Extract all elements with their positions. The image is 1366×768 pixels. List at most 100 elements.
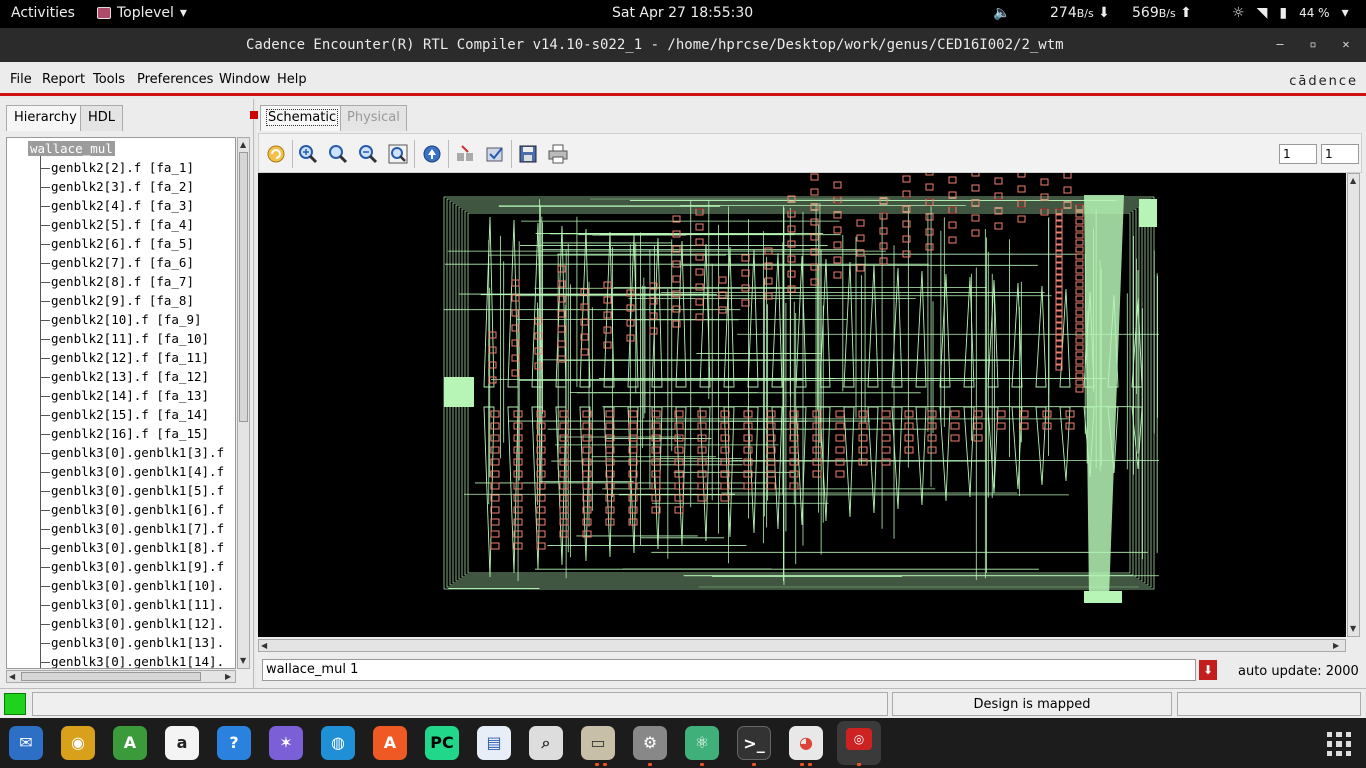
search-icon[interactable]: ⌕ (529, 726, 563, 760)
tab-schematic[interactable]: Schematic (260, 105, 345, 131)
cell (559, 410, 569, 418)
network-icon[interactable]: ✶ (269, 726, 303, 760)
cell (1075, 239, 1084, 246)
minimize-icon[interactable]: — (1272, 36, 1288, 52)
tree-node[interactable]: genblk3[0].genblk1[8].f (40, 540, 224, 555)
download-icon[interactable]: ⬇ (1199, 660, 1217, 680)
maximize-icon[interactable]: ▫ (1305, 36, 1321, 52)
schematic-command-input[interactable]: wallace_mul 1 (262, 659, 1196, 681)
save-icon[interactable] (517, 143, 539, 165)
tree-node[interactable]: genblk2[6].f [fa_5] (40, 236, 194, 251)
menu-file[interactable]: File (10, 72, 32, 87)
tree-node[interactable]: genblk3[0].genblk1[12]. (40, 616, 224, 631)
help-icon[interactable]: ? (217, 726, 251, 760)
tab-physical[interactable]: Physical (340, 105, 407, 131)
tree-horizontal-scrollbar[interactable]: ◀ ▶ (6, 670, 236, 683)
hierarchy-tree[interactable]: wallace_mul genblk2[2].f [fa_1] genblk2[3… (6, 137, 236, 669)
cell (973, 434, 983, 442)
cell (536, 470, 546, 478)
terminal-icon[interactable]: >_ (737, 726, 771, 760)
scroll-up-icon: ▲ (1350, 176, 1357, 185)
tree-node[interactable]: genblk2[9].f [fa_8] (40, 293, 194, 308)
activities-button[interactable]: Activities (11, 5, 75, 21)
canvas-horizontal-scrollbar[interactable]: ◀ ▶ (258, 639, 1346, 652)
scroll-thumb[interactable] (21, 672, 201, 681)
tree-node[interactable]: genblk3[0].genblk1[9].f (40, 559, 224, 574)
cell (971, 169, 980, 177)
zoom-icon[interactable] (327, 143, 349, 165)
tree-node[interactable]: genblk2[8].f [fa_7] (40, 274, 194, 289)
go-up-icon[interactable] (421, 143, 443, 165)
globe-icon[interactable]: ◍ (321, 726, 355, 760)
refresh-icon[interactable] (265, 143, 287, 165)
schematic-canvas[interactable] (258, 96, 1346, 637)
tree-node[interactable]: genblk2[7].f [fa_6] (40, 255, 194, 270)
tree-node[interactable]: genblk2[10].f [fa_9] (40, 312, 202, 327)
rhythmbox-icon[interactable]: ◉ (61, 726, 95, 760)
tree-node[interactable]: genblk2[15].f [fa_14] (40, 407, 209, 422)
canvas-vertical-scrollbar[interactable]: ▲ ▼ (1347, 173, 1360, 637)
select-icon[interactable] (454, 143, 476, 165)
tree-node[interactable]: genblk3[0].genblk1[10]. (40, 578, 224, 593)
android-studio-icon[interactable]: A (113, 726, 147, 760)
tree-node[interactable]: genblk2[2].f [fa_1] (40, 160, 194, 175)
chrome-icon[interactable]: ◕ (789, 726, 823, 760)
tree-node[interactable]: genblk2[12].f [fa_11] (40, 350, 209, 365)
thunderbird-icon[interactable]: ✉ (9, 726, 43, 760)
tree-node[interactable]: genblk2[13].f [fa_12] (40, 369, 209, 384)
tree-node[interactable]: genblk2[16].f [fa_15] (40, 426, 209, 441)
menu-help[interactable]: Help (277, 72, 307, 87)
menu-tools[interactable]: Tools (93, 72, 125, 87)
page-spinner-2[interactable]: 1 (1321, 144, 1359, 164)
menu-preferences[interactable]: Preferences (137, 72, 213, 87)
cell (1075, 365, 1084, 372)
arrow-down-icon: ⬇ (1098, 5, 1110, 21)
cadence-app-icon[interactable]: ◎ (837, 721, 881, 765)
tree-node[interactable]: genblk3[0].genblk1[4].f (40, 464, 224, 479)
tree-node[interactable]: genblk3[0].genblk1[3].f (40, 445, 224, 460)
settings-icon[interactable]: ⚙ (633, 726, 667, 760)
zoom-in-icon[interactable] (297, 143, 319, 165)
tree-node[interactable]: genblk2[14].f [fa_13] (40, 388, 209, 403)
close-icon[interactable]: ✕ (1338, 36, 1354, 52)
print-icon[interactable] (547, 143, 569, 165)
volume-icon[interactable]: 🔈 (993, 5, 1010, 21)
amazon-icon[interactable]: a (165, 726, 199, 760)
tree-node[interactable]: genblk3[0].genblk1[14]. (40, 654, 224, 668)
cell (1075, 274, 1084, 281)
tree-vertical-scrollbar[interactable]: ▲ ▼ (237, 137, 250, 669)
wire (747, 406, 759, 534)
schematic-drawing[interactable] (258, 96, 1346, 637)
app-grid-icon[interactable] (1327, 732, 1351, 756)
wire (675, 240, 687, 388)
menu-report[interactable]: Report (42, 72, 85, 87)
software-center-icon[interactable]: A (373, 726, 407, 760)
tree-node[interactable]: genblk2[5].f [fa_4] (40, 217, 194, 232)
tree-root[interactable]: wallace_mul (28, 141, 115, 156)
cell (672, 275, 681, 283)
pycharm-icon[interactable]: PC (425, 726, 459, 760)
tree-node[interactable]: genblk2[3].f [fa_2] (40, 179, 194, 194)
files-icon[interactable]: ▭ (581, 726, 615, 760)
zoom-fit-icon[interactable] (387, 143, 409, 165)
zoom-out-icon[interactable] (357, 143, 379, 165)
clock[interactable]: Sat Apr 27 18:55:30 (612, 5, 753, 21)
atom-icon[interactable]: ⚛ (685, 726, 719, 760)
tree-node[interactable]: genblk3[0].genblk1[5].f (40, 483, 224, 498)
cell (1075, 358, 1084, 365)
check-icon[interactable] (484, 143, 506, 165)
system-tray[interactable]: ☼ ◥ ▮ 44 % ▾ (1232, 5, 1349, 21)
writer-icon[interactable]: ▤ (477, 726, 511, 760)
tree-node[interactable]: genblk2[11].f [fa_10] (40, 331, 209, 346)
tree-node[interactable]: genblk2[4].f [fa_3] (40, 198, 194, 213)
tree-node[interactable]: genblk3[0].genblk1[11]. (40, 597, 224, 612)
tree-node[interactable]: genblk3[0].genblk1[13]. (40, 635, 224, 650)
app-menu[interactable]: Toplevel ▾ (97, 5, 187, 21)
tree-node[interactable]: genblk3[0].genblk1[7].f (40, 521, 224, 536)
page-spinner-1[interactable]: 1 (1279, 144, 1317, 164)
tab-hierarchy[interactable]: Hierarchy (6, 105, 85, 131)
menu-window[interactable]: Window (219, 72, 270, 87)
tree-node[interactable]: genblk3[0].genblk1[6].f (40, 502, 224, 517)
tab-hdl[interactable]: HDL (80, 105, 124, 131)
scroll-thumb[interactable] (239, 152, 248, 422)
